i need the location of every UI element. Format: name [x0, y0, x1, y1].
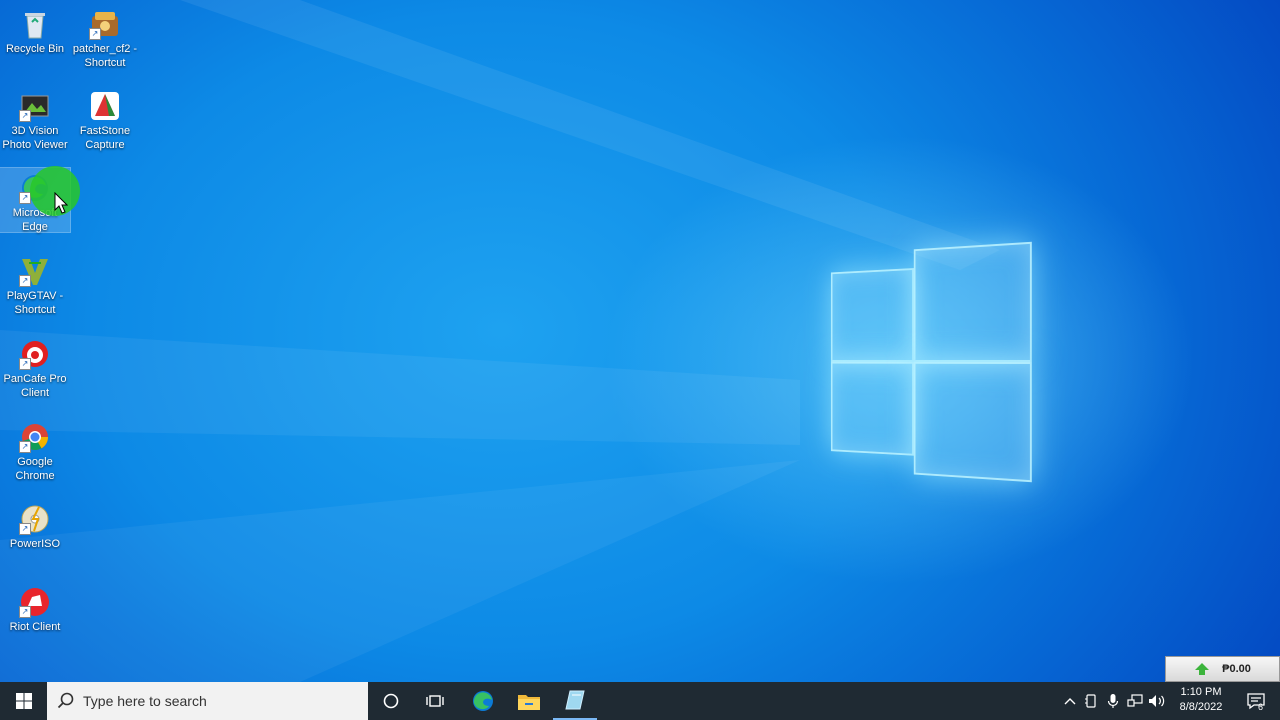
desktop-icon-3d-vision[interactable]: ↗ 3D Vision Photo Viewer: [0, 86, 70, 152]
icon-label: Riot Client: [9, 621, 61, 633]
search-placeholder: Type here to search: [83, 693, 207, 709]
gtav-icon: ↗: [19, 255, 51, 287]
desktop-icon-faststone[interactable]: FastStone Capture: [70, 86, 140, 152]
tray-network[interactable]: [1124, 682, 1146, 720]
mouse-cursor-icon: [54, 192, 68, 214]
cortana-button[interactable]: [370, 682, 412, 720]
desktop-icon-patcher-cf2[interactable]: ↗ patcher_cf2 - Shortcut: [70, 4, 140, 70]
microphone-icon: [1107, 694, 1119, 708]
patcher-icon: ↗: [89, 8, 121, 40]
file-explorer-icon: [518, 695, 540, 710]
recycle-bin-icon: [19, 8, 51, 40]
notification-count: 6: [1258, 702, 1264, 712]
windows-logo-wallpaper: [830, 241, 1032, 483]
balance-widget[interactable]: ₱0.00: [1165, 656, 1280, 682]
task-view-icon: [426, 695, 444, 707]
tray-volume[interactable]: [1146, 682, 1168, 720]
windows-start-icon: [15, 693, 32, 709]
balance-amount: ₱0.00: [1222, 663, 1251, 675]
action-center-button[interactable]: 6: [1236, 682, 1276, 720]
cortana-icon: [383, 693, 399, 709]
riot-icon: ↗: [19, 586, 51, 618]
desktop-icon-poweriso[interactable]: ↗ PowerISO: [0, 499, 70, 551]
search-icon: [57, 692, 74, 709]
icon-label: FastStone Capture: [79, 125, 131, 151]
volume-icon: [1149, 695, 1165, 707]
icon-label: patcher_cf2 - Shortcut: [72, 43, 138, 69]
clock[interactable]: 1:10 PM 8/8/2022: [1170, 685, 1232, 715]
desktop-icon-recycle-bin[interactable]: Recycle Bin: [0, 4, 70, 56]
task-view-button[interactable]: [414, 682, 456, 720]
clock-date: 8/8/2022: [1179, 701, 1223, 713]
chevron-up-icon: [1064, 698, 1076, 705]
system-tray: [1060, 682, 1168, 720]
tray-device[interactable]: [1080, 682, 1102, 720]
clock-time: 1:10 PM: [1180, 686, 1222, 698]
start-button[interactable]: [0, 682, 47, 720]
device-icon: [1085, 694, 1096, 708]
icon-label: PanCafe Pro Client: [3, 373, 67, 399]
desktop-icon-google-chrome[interactable]: ↗ Google Chrome: [0, 417, 70, 483]
wallpaper-light-beams: [0, 0, 1000, 682]
show-hidden-icons[interactable]: [1060, 682, 1080, 720]
desktop[interactable]: Recycle Bin ↗ patcher_cf2 - Shortcut ↗ 3…: [0, 0, 1280, 682]
taskbar-file-explorer[interactable]: [507, 682, 551, 720]
poweriso-icon: ↗: [19, 503, 51, 535]
pancafe-icon: ↗: [19, 338, 51, 370]
app-icon: [565, 690, 585, 710]
desktop-icon-pancafe[interactable]: ↗ PanCafe Pro Client: [0, 334, 70, 400]
chrome-icon: ↗: [19, 421, 51, 453]
edge-icon: [473, 691, 493, 711]
taskbar-edge[interactable]: [462, 682, 504, 720]
taskbar-app[interactable]: [553, 682, 597, 720]
up-arrow-icon: [1195, 663, 1210, 675]
icon-label: PlayGTAV - Shortcut: [6, 290, 64, 316]
taskbar: Type here to search 1:10 PM 8/8/2022 6: [0, 682, 1280, 720]
tray-microphone[interactable]: [1102, 682, 1124, 720]
network-icon: [1127, 694, 1143, 707]
icon-label: Recycle Bin: [5, 43, 65, 55]
search-box[interactable]: Type here to search: [47, 682, 368, 720]
icon-label: 3D Vision Photo Viewer: [2, 125, 68, 151]
icon-label: Google Chrome: [15, 456, 55, 482]
desktop-icon-riot-client[interactable]: ↗ Riot Client: [0, 582, 70, 634]
icon-label: PowerISO: [9, 538, 61, 550]
faststone-icon: [89, 90, 121, 122]
desktop-icon-playgtav[interactable]: ↗ PlayGTAV - Shortcut: [0, 251, 70, 317]
3d-vision-icon: ↗: [19, 90, 51, 122]
